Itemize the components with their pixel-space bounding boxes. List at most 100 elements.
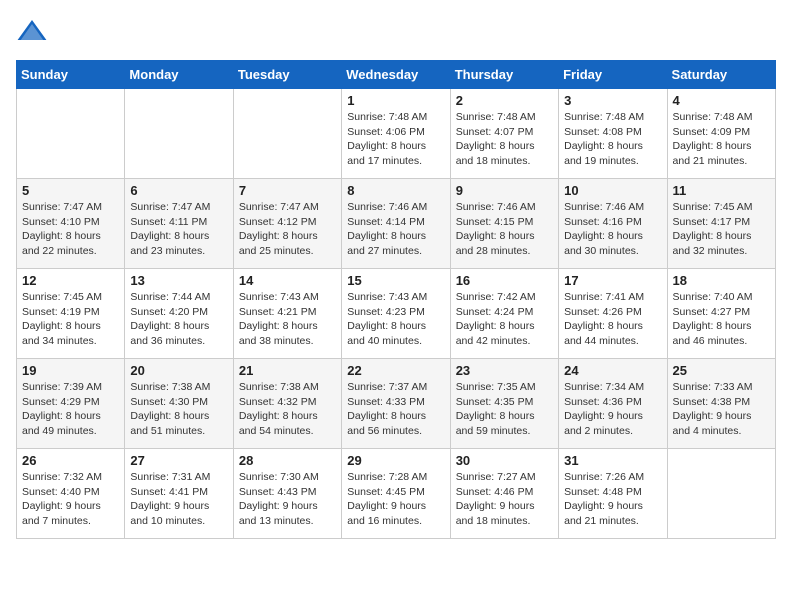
day-number: 5 [22,183,119,198]
calendar-cell: 9Sunrise: 7:46 AM Sunset: 4:15 PM Daylig… [450,179,558,269]
day-number: 18 [673,273,770,288]
day-info: Sunrise: 7:26 AM Sunset: 4:48 PM Dayligh… [564,470,661,529]
day-info: Sunrise: 7:35 AM Sunset: 4:35 PM Dayligh… [456,380,553,439]
calendar-header-saturday: Saturday [667,61,775,89]
calendar-cell [125,89,233,179]
day-info: Sunrise: 7:38 AM Sunset: 4:30 PM Dayligh… [130,380,227,439]
day-number: 17 [564,273,661,288]
day-number: 28 [239,453,336,468]
day-number: 3 [564,93,661,108]
calendar-cell: 12Sunrise: 7:45 AM Sunset: 4:19 PM Dayli… [17,269,125,359]
calendar-header-row: SundayMondayTuesdayWednesdayThursdayFrid… [17,61,776,89]
day-number: 25 [673,363,770,378]
calendar-cell [667,449,775,539]
calendar-cell: 24Sunrise: 7:34 AM Sunset: 4:36 PM Dayli… [559,359,667,449]
day-info: Sunrise: 7:34 AM Sunset: 4:36 PM Dayligh… [564,380,661,439]
day-number: 11 [673,183,770,198]
calendar-header-sunday: Sunday [17,61,125,89]
calendar-week-5: 26 Sunrise: 7:32 AM Sunset: 4:40 PM Dayli… [17,449,776,539]
calendar-cell: 8 Sunrise: 7:46 AM Sunset: 4:14 PM Daylig… [342,179,450,269]
calendar-cell: 30 Sunrise: 7:27 AM Sunset: 4:46 PM Dayli… [450,449,558,539]
logo-icon [16,16,48,48]
day-number: 14 [239,273,336,288]
calendar-cell: 2 Sunrise: 7:48 AM Sunset: 4:07 PM Daylig… [450,89,558,179]
calendar-cell: 18Sunrise: 7:40 AM Sunset: 4:27 PM Dayli… [667,269,775,359]
day-info: Sunrise: 7:37 AM Sunset: 4:33 PM Dayligh… [347,380,444,439]
calendar-cell: 14 Sunrise: 7:43 AM Sunset: 4:21 PM Dayli… [233,269,341,359]
calendar-cell: 16 Sunrise: 7:42 AM Sunset: 4:24 PM Dayli… [450,269,558,359]
day-info: Sunrise: 7:27 AM Sunset: 4:46 PM Dayligh… [456,470,553,529]
day-info: Sunrise: 7:42 AM Sunset: 4:24 PM Dayligh… [456,290,553,349]
day-info: Sunrise: 7:41 AM Sunset: 4:26 PM Dayligh… [564,290,661,349]
day-info: Sunrise: 7:31 AM Sunset: 4:41 PM Dayligh… [130,470,227,529]
day-number: 13 [130,273,227,288]
calendar-week-3: 12Sunrise: 7:45 AM Sunset: 4:19 PM Dayli… [17,269,776,359]
calendar-cell: 1 Sunrise: 7:48 AM Sunset: 4:06 PM Daylig… [342,89,450,179]
day-number: 10 [564,183,661,198]
day-info: Sunrise: 7:32 AM Sunset: 4:40 PM Dayligh… [22,470,119,529]
day-info: Sunrise: 7:43 AM Sunset: 4:21 PM Dayligh… [239,290,336,349]
day-info: Sunrise: 7:47 AM Sunset: 4:11 PM Dayligh… [130,200,227,259]
day-info: Sunrise: 7:46 AM Sunset: 4:15 PM Dayligh… [456,200,553,259]
calendar-cell: 3 Sunrise: 7:48 AM Sunset: 4:08 PM Daylig… [559,89,667,179]
day-number: 2 [456,93,553,108]
calendar-header-friday: Friday [559,61,667,89]
calendar-header-thursday: Thursday [450,61,558,89]
calendar-table: SundayMondayTuesdayWednesdayThursdayFrid… [16,60,776,539]
calendar-cell: 10 Sunrise: 7:46 AM Sunset: 4:16 PM Dayli… [559,179,667,269]
day-info: Sunrise: 7:45 AM Sunset: 4:17 PM Dayligh… [673,200,770,259]
calendar-cell: 19 Sunrise: 7:39 AM Sunset: 4:29 PM Dayli… [17,359,125,449]
calendar-cell: 22 Sunrise: 7:37 AM Sunset: 4:33 PM Dayli… [342,359,450,449]
day-info: Sunrise: 7:44 AM Sunset: 4:20 PM Dayligh… [130,290,227,349]
day-number: 29 [347,453,444,468]
day-info: Sunrise: 7:46 AM Sunset: 4:16 PM Dayligh… [564,200,661,259]
calendar-header-monday: Monday [125,61,233,89]
day-number: 4 [673,93,770,108]
calendar-cell: 25Sunrise: 7:33 AM Sunset: 4:38 PM Dayli… [667,359,775,449]
day-number: 8 [347,183,444,198]
calendar-week-1: 1 Sunrise: 7:48 AM Sunset: 4:06 PM Daylig… [17,89,776,179]
day-number: 12 [22,273,119,288]
calendar-cell: 17 Sunrise: 7:41 AM Sunset: 4:26 PM Dayli… [559,269,667,359]
day-number: 26 [22,453,119,468]
calendar-cell: 7 Sunrise: 7:47 AM Sunset: 4:12 PM Daylig… [233,179,341,269]
calendar-cell: 21Sunrise: 7:38 AM Sunset: 4:32 PM Dayli… [233,359,341,449]
calendar-week-2: 5 Sunrise: 7:47 AM Sunset: 4:10 PM Daylig… [17,179,776,269]
calendar-cell: 31 Sunrise: 7:26 AM Sunset: 4:48 PM Dayli… [559,449,667,539]
day-number: 27 [130,453,227,468]
calendar-cell [17,89,125,179]
day-number: 16 [456,273,553,288]
calendar-header-wednesday: Wednesday [342,61,450,89]
page-header [16,16,776,48]
day-number: 6 [130,183,227,198]
calendar-cell: 29 Sunrise: 7:28 AM Sunset: 4:45 PM Dayli… [342,449,450,539]
calendar-cell: 13 Sunrise: 7:44 AM Sunset: 4:20 PM Dayli… [125,269,233,359]
calendar-cell [233,89,341,179]
day-info: Sunrise: 7:48 AM Sunset: 4:07 PM Dayligh… [456,110,553,169]
day-number: 7 [239,183,336,198]
calendar-cell: 4Sunrise: 7:48 AM Sunset: 4:09 PM Daylig… [667,89,775,179]
calendar-cell: 5 Sunrise: 7:47 AM Sunset: 4:10 PM Daylig… [17,179,125,269]
day-info: Sunrise: 7:46 AM Sunset: 4:14 PM Dayligh… [347,200,444,259]
day-number: 30 [456,453,553,468]
day-info: Sunrise: 7:48 AM Sunset: 4:08 PM Dayligh… [564,110,661,169]
calendar-cell: 15Sunrise: 7:43 AM Sunset: 4:23 PM Dayli… [342,269,450,359]
day-number: 19 [22,363,119,378]
calendar-cell: 11 Sunrise: 7:45 AM Sunset: 4:17 PM Dayli… [667,179,775,269]
calendar-cell: 28 Sunrise: 7:30 AM Sunset: 4:43 PM Dayli… [233,449,341,539]
calendar-cell: 23Sunrise: 7:35 AM Sunset: 4:35 PM Dayli… [450,359,558,449]
day-info: Sunrise: 7:47 AM Sunset: 4:12 PM Dayligh… [239,200,336,259]
calendar-header-tuesday: Tuesday [233,61,341,89]
day-number: 20 [130,363,227,378]
day-info: Sunrise: 7:30 AM Sunset: 4:43 PM Dayligh… [239,470,336,529]
day-info: Sunrise: 7:39 AM Sunset: 4:29 PM Dayligh… [22,380,119,439]
day-info: Sunrise: 7:48 AM Sunset: 4:06 PM Dayligh… [347,110,444,169]
calendar-cell: 6 Sunrise: 7:47 AM Sunset: 4:11 PM Daylig… [125,179,233,269]
day-number: 31 [564,453,661,468]
day-number: 15 [347,273,444,288]
day-number: 21 [239,363,336,378]
day-number: 22 [347,363,444,378]
day-info: Sunrise: 7:28 AM Sunset: 4:45 PM Dayligh… [347,470,444,529]
day-info: Sunrise: 7:47 AM Sunset: 4:10 PM Dayligh… [22,200,119,259]
day-number: 1 [347,93,444,108]
